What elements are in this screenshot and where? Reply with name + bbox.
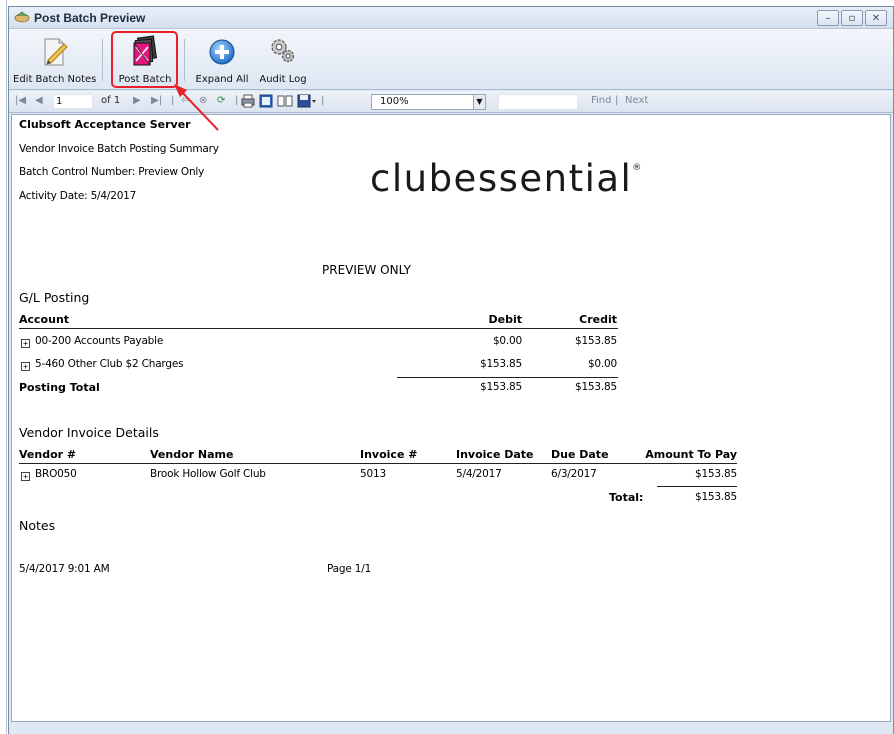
left-edge — [0, 0, 8, 734]
main-toolbar: Edit Batch Notes Post Batch Expand All A… — [9, 29, 893, 90]
amount-header: Amount To Pay — [645, 448, 737, 461]
title-bar: Post Batch Preview – ▫ ✕ — [9, 7, 893, 29]
amount-cell: $153.85 — [694, 468, 737, 480]
report-title: Vendor Invoice Batch Posting Summary — [19, 143, 219, 155]
expand-row-icon[interactable]: + — [21, 362, 30, 371]
edit-notes-icon — [44, 38, 68, 66]
notes-heading: Notes — [19, 518, 56, 533]
vendor-name-cell: Brook Hollow Golf Club — [150, 468, 266, 480]
report-viewer-toolbar: |◀ ◀ 1 of 1 ▶ ▶| | ⇦ ⊗ ⟳ | | 100% ▼ Find… — [9, 91, 893, 113]
export-icon[interactable] — [297, 94, 317, 108]
expand-all-button[interactable]: Expand All — [191, 33, 253, 87]
gl-row-credit: $153.85 — [574, 335, 617, 347]
vendor-name-header: Vendor Name — [150, 448, 234, 461]
edit-batch-notes-label: Edit Batch Notes — [13, 74, 97, 85]
due-date-cell: 6/3/2017 — [551, 468, 597, 480]
audit-log-button[interactable]: Audit Log — [255, 33, 311, 87]
vendor-num-header: Vendor # — [19, 448, 77, 461]
print-icon[interactable] — [241, 94, 255, 108]
page-setup-icon[interactable] — [277, 94, 293, 108]
maximize-button[interactable]: ▫ — [841, 10, 863, 26]
page-count-label: of 1 — [101, 95, 121, 106]
clubessential-logo: clubessential® — [370, 157, 643, 200]
app-icon — [14, 11, 30, 23]
window-controls: – ▫ ✕ — [817, 10, 887, 26]
due-date-header: Due Date — [551, 448, 609, 461]
invoice-num-cell: 5013 — [360, 468, 386, 480]
toolbar-separator — [102, 39, 103, 81]
audit-log-label: Audit Log — [259, 74, 307, 85]
gl-row-account: 5-460 Other Club $2 Charges — [35, 358, 184, 370]
toolbar-divider: | — [321, 95, 325, 106]
gl-total-rule — [397, 377, 618, 378]
annotation-arrow-icon — [174, 84, 219, 131]
chevron-down-icon[interactable]: ▼ — [473, 95, 485, 109]
preview-only-label: PREVIEW ONLY — [322, 263, 412, 277]
gl-total-label: Posting Total — [19, 381, 100, 394]
current-page-input[interactable]: 1 — [53, 94, 93, 109]
expand-row-icon[interactable]: + — [21, 339, 30, 348]
post-batch-preview-window: Post Batch Preview – ▫ ✕ Edit Batch Note… — [8, 6, 894, 734]
gl-posting-heading: G/L Posting — [19, 290, 90, 305]
footer-page-number: Page 1/1 — [327, 563, 372, 575]
gl-row-account: 00-200 Accounts Payable — [35, 335, 164, 347]
minimize-button[interactable]: – — [817, 10, 839, 26]
zoom-value: 100% — [380, 96, 409, 107]
next-page-icon[interactable]: ▶ — [133, 95, 141, 106]
close-button[interactable]: ✕ — [865, 10, 887, 26]
gl-account-header: Account — [19, 313, 70, 326]
zoom-dropdown[interactable]: 100% ▼ — [371, 94, 486, 110]
gl-row-debit: $0.00 — [492, 335, 522, 347]
expand-row-icon[interactable]: + — [21, 472, 30, 481]
invoice-num-header: Invoice # — [360, 448, 418, 461]
footer-timestamp: 5/4/2017 9:01 AM — [19, 563, 110, 575]
next-link[interactable]: Next — [625, 95, 648, 106]
edit-batch-notes-button[interactable]: Edit Batch Notes — [13, 33, 97, 87]
gl-total-debit: $153.85 — [479, 381, 522, 393]
report-page: Clubsoft Acceptance Server Vendor Invoic… — [11, 114, 891, 722]
gears-icon — [271, 39, 295, 63]
toolbar-separator — [184, 39, 185, 81]
print-layout-icon[interactable] — [259, 94, 273, 108]
vendor-total-amount: $153.85 — [694, 491, 737, 503]
vendor-header-rule — [19, 463, 737, 464]
find-input[interactable] — [498, 94, 578, 110]
find-separator: | — [615, 95, 619, 106]
gl-row-credit: $0.00 — [587, 358, 617, 370]
batch-control-number: Batch Control Number: Preview Only — [19, 166, 205, 178]
expand-plus-icon — [209, 39, 235, 65]
first-page-icon[interactable]: |◀ — [15, 95, 26, 106]
status-bar — [9, 723, 893, 734]
previous-page-icon[interactable]: ◀ — [35, 95, 43, 106]
gl-row-debit: $153.85 — [479, 358, 522, 370]
invoice-date-cell: 5/4/2017 — [456, 468, 502, 480]
activity-date: Activity Date: 5/4/2017 — [19, 190, 137, 202]
toolbar-divider: | — [235, 95, 239, 106]
gl-total-credit: $153.85 — [574, 381, 617, 393]
gl-debit-header: Debit — [488, 313, 523, 326]
window-title: Post Batch Preview — [34, 11, 146, 25]
vendor-details-heading: Vendor Invoice Details — [19, 425, 159, 440]
vendor-num-cell: BRO050 — [35, 468, 77, 480]
invoice-date-header: Invoice Date — [456, 448, 534, 461]
vendor-total-rule — [657, 486, 737, 487]
gl-credit-header: Credit — [579, 313, 617, 326]
find-link[interactable]: Find — [591, 95, 612, 106]
gl-header-rule — [19, 328, 618, 329]
